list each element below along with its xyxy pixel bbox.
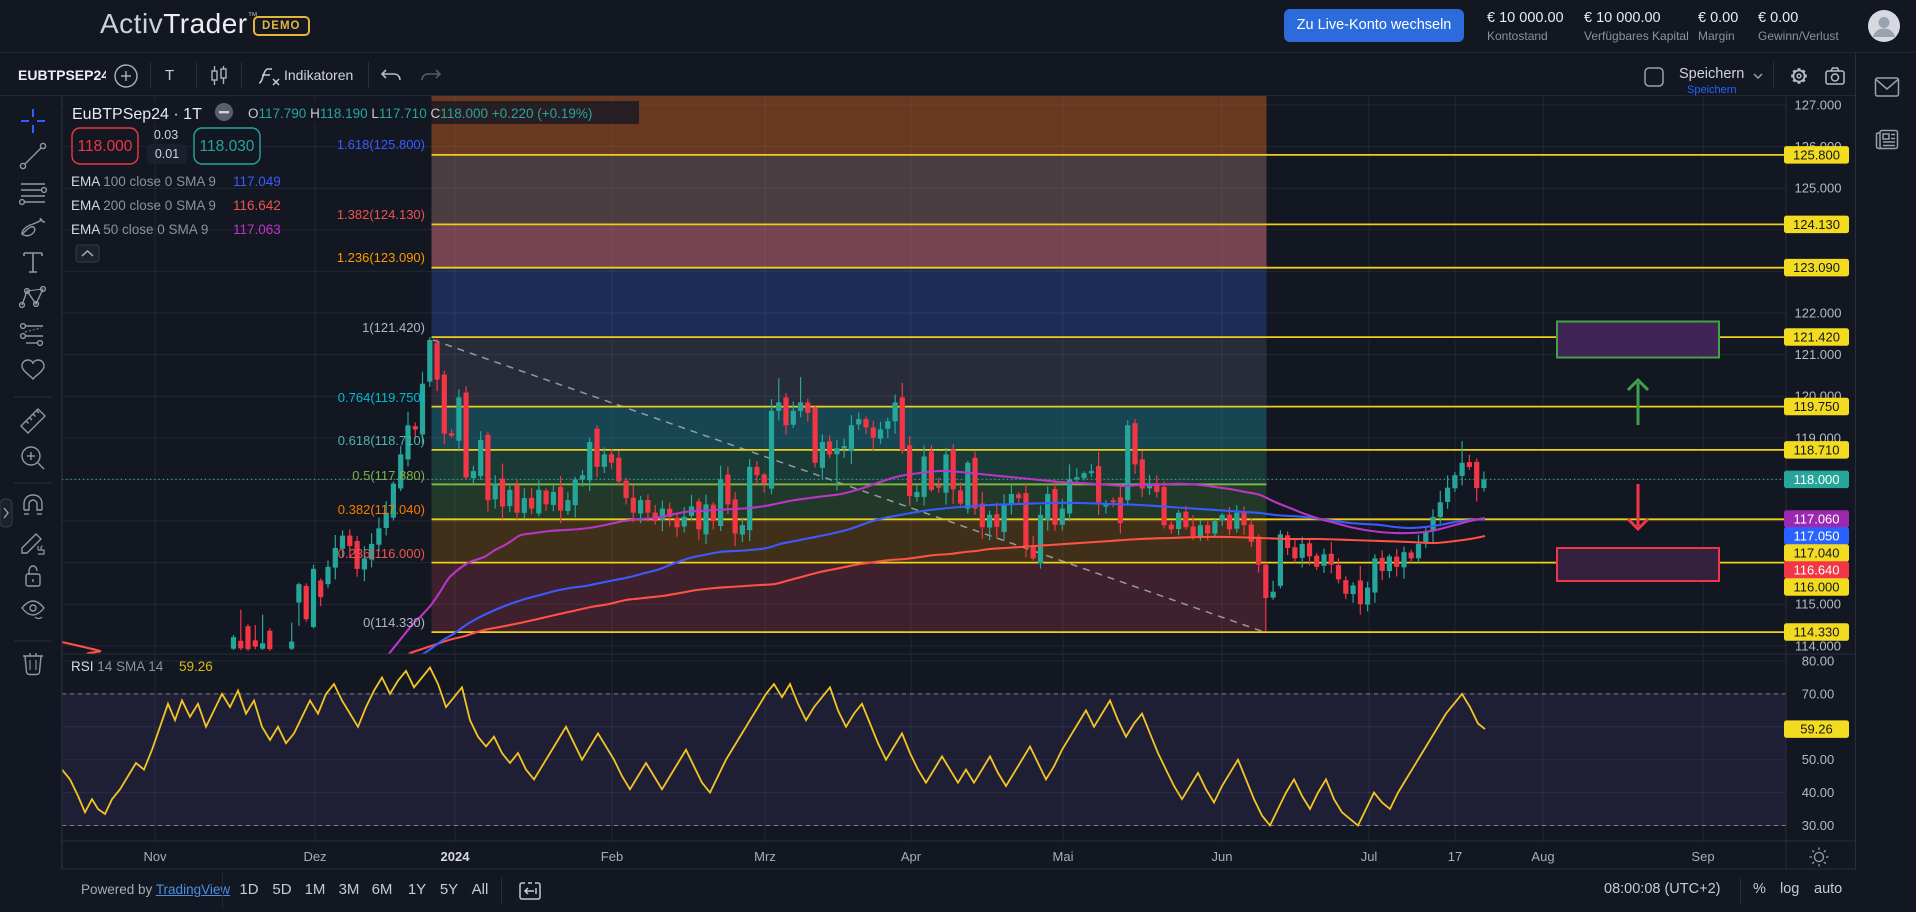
svg-text:117.060: 117.060: [1793, 512, 1839, 527]
svg-text:Jun: Jun: [1212, 849, 1233, 864]
svg-text:0.01: 0.01: [155, 147, 179, 161]
svg-text:O117.790 H118.190 L117.710 C11: O117.790 H118.190 L117.710 C118.000 +0.2…: [248, 106, 592, 121]
svg-text:40.00: 40.00: [1802, 785, 1835, 800]
svg-text:0.236(116.000): 0.236(116.000): [338, 546, 425, 561]
svg-text:116.640: 116.640: [1793, 563, 1839, 578]
svg-text:EMA 100 close 0 SMA 9: EMA 100 close 0 SMA 9: [71, 174, 216, 189]
svg-text:59.26: 59.26: [1800, 722, 1833, 737]
svg-text:125.000: 125.000: [1795, 181, 1842, 196]
svg-text:Apr: Apr: [901, 849, 922, 864]
svg-text:0.764(119.750): 0.764(119.750): [338, 390, 425, 405]
svg-text:1.618(125.800): 1.618(125.800): [337, 137, 425, 152]
svg-text:0.5(117.880): 0.5(117.880): [352, 468, 425, 483]
svg-text:Dez: Dez: [303, 849, 326, 864]
svg-text:Mrz: Mrz: [754, 849, 776, 864]
svg-text:59.26: 59.26: [179, 659, 213, 674]
svg-text:Jul: Jul: [1361, 849, 1378, 864]
svg-text:117.049: 117.049: [233, 174, 281, 189]
svg-text:Nov: Nov: [143, 849, 167, 864]
svg-text:0.618(118.710): 0.618(118.710): [338, 433, 425, 448]
svg-text:30.00: 30.00: [1802, 818, 1835, 833]
svg-text:121.000: 121.000: [1795, 347, 1842, 362]
svg-text:117.040: 117.040: [1793, 546, 1839, 561]
svg-text:EMA 50 close 0 SMA 9: EMA 50 close 0 SMA 9: [71, 222, 208, 237]
svg-text:1.236(123.090): 1.236(123.090): [337, 250, 425, 265]
svg-text:124.130: 124.130: [1793, 217, 1840, 232]
svg-text:123.090: 123.090: [1793, 260, 1840, 275]
svg-text:2024: 2024: [441, 849, 471, 864]
svg-text:127.000: 127.000: [1795, 98, 1842, 113]
svg-text:115.000: 115.000: [1795, 597, 1841, 612]
svg-text:116.000: 116.000: [1793, 580, 1839, 595]
svg-text:80.00: 80.00: [1802, 654, 1835, 669]
svg-text:116.642: 116.642: [233, 198, 281, 213]
svg-text:17: 17: [1448, 849, 1462, 864]
svg-text:Aug: Aug: [1531, 849, 1554, 864]
svg-text:1.382(124.130): 1.382(124.130): [337, 207, 425, 222]
svg-text:RSI 14 SMA 14: RSI 14 SMA 14: [71, 659, 164, 674]
svg-text:EMA 200 close 0 SMA 9: EMA 200 close 0 SMA 9: [71, 198, 216, 213]
svg-text:50.00: 50.00: [1802, 752, 1835, 767]
svg-text:122.000: 122.000: [1795, 306, 1842, 321]
svg-text:1(121.420): 1(121.420): [362, 320, 425, 335]
svg-text:Mai: Mai: [1053, 849, 1074, 864]
svg-text:0.03: 0.03: [154, 128, 178, 142]
svg-text:119.750: 119.750: [1793, 399, 1839, 414]
svg-text:118.000: 118.000: [1793, 472, 1839, 487]
svg-text:Feb: Feb: [601, 849, 623, 864]
svg-text:118.030: 118.030: [200, 138, 255, 155]
svg-text:Sep: Sep: [1691, 849, 1714, 864]
svg-text:118.710: 118.710: [1793, 442, 1839, 457]
svg-text:70.00: 70.00: [1802, 686, 1835, 701]
svg-text:118.000: 118.000: [78, 138, 133, 155]
svg-text:0(114.330): 0(114.330): [363, 615, 425, 630]
svg-text:0.382(117.040): 0.382(117.040): [338, 502, 425, 517]
svg-text:114.330: 114.330: [1793, 625, 1839, 640]
svg-text:EuBTPSep24 · 1T: EuBTPSep24 · 1T: [72, 106, 202, 123]
svg-text:117.050: 117.050: [1793, 529, 1839, 544]
svg-text:125.800: 125.800: [1793, 147, 1840, 162]
svg-text:117.063: 117.063: [233, 222, 281, 237]
svg-text:121.420: 121.420: [1793, 330, 1840, 345]
